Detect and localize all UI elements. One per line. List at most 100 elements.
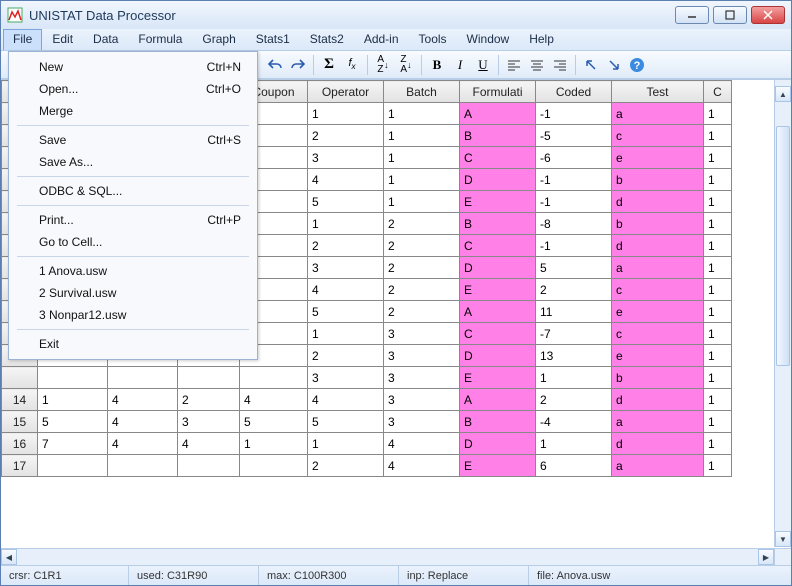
- cell[interactable]: 7: [38, 433, 108, 455]
- cell[interactable]: 4: [384, 455, 460, 477]
- cell[interactable]: 2: [308, 345, 384, 367]
- close-button[interactable]: [751, 6, 785, 24]
- cell[interactable]: 3: [178, 411, 240, 433]
- cell[interactable]: 1: [240, 433, 308, 455]
- cell[interactable]: 4: [384, 433, 460, 455]
- cell[interactable]: 5: [308, 191, 384, 213]
- row-header[interactable]: 14: [2, 389, 38, 411]
- cell[interactable]: 4: [308, 389, 384, 411]
- cell[interactable]: 2: [178, 389, 240, 411]
- row-header[interactable]: [2, 367, 38, 389]
- cell[interactable]: 4: [240, 389, 308, 411]
- menu-item-save[interactable]: SaveCtrl+S: [11, 129, 255, 151]
- cell[interactable]: 2: [536, 389, 612, 411]
- menu-item-new[interactable]: NewCtrl+N: [11, 56, 255, 78]
- menu-file[interactable]: File: [3, 29, 42, 50]
- menu-tools[interactable]: Tools: [409, 29, 457, 50]
- cell[interactable]: C: [460, 235, 536, 257]
- cell[interactable]: 1: [704, 147, 732, 169]
- cell[interactable]: [38, 455, 108, 477]
- cell[interactable]: 1: [308, 433, 384, 455]
- column-header[interactable]: Coded: [536, 81, 612, 103]
- cell[interactable]: 1: [704, 345, 732, 367]
- menu-item-save-as[interactable]: Save As...: [11, 151, 255, 173]
- menu-item-print[interactable]: Print...Ctrl+P: [11, 209, 255, 231]
- cell[interactable]: 1: [704, 125, 732, 147]
- cell[interactable]: 3: [384, 367, 460, 389]
- cell[interactable]: [178, 455, 240, 477]
- cell[interactable]: 4: [108, 411, 178, 433]
- cell[interactable]: B: [460, 213, 536, 235]
- cell[interactable]: c: [612, 125, 704, 147]
- cell[interactable]: 1: [704, 323, 732, 345]
- cell[interactable]: E: [460, 367, 536, 389]
- cell[interactable]: 2: [308, 125, 384, 147]
- cell[interactable]: e: [612, 147, 704, 169]
- cell[interactable]: 1: [308, 323, 384, 345]
- cell[interactable]: a: [612, 455, 704, 477]
- cell[interactable]: [108, 367, 178, 389]
- menu-item-exit[interactable]: Exit: [11, 333, 255, 355]
- cell[interactable]: 1: [704, 213, 732, 235]
- column-header[interactable]: Batch: [384, 81, 460, 103]
- cell[interactable]: 1: [384, 191, 460, 213]
- cell[interactable]: -5: [536, 125, 612, 147]
- undo-button[interactable]: [264, 54, 286, 76]
- cell[interactable]: 3: [308, 257, 384, 279]
- cell[interactable]: d: [612, 389, 704, 411]
- cell[interactable]: 4: [308, 279, 384, 301]
- cell[interactable]: 3: [384, 389, 460, 411]
- cell[interactable]: d: [612, 235, 704, 257]
- cell[interactable]: d: [612, 191, 704, 213]
- cell[interactable]: A: [460, 389, 536, 411]
- menu-stats2[interactable]: Stats2: [300, 29, 354, 50]
- cell[interactable]: -7: [536, 323, 612, 345]
- function-button[interactable]: fx: [341, 54, 363, 76]
- cell[interactable]: 1: [704, 257, 732, 279]
- cell[interactable]: 4: [108, 389, 178, 411]
- cell[interactable]: c: [612, 323, 704, 345]
- cell[interactable]: 1: [308, 103, 384, 125]
- cell[interactable]: 4: [108, 433, 178, 455]
- menu-item-open[interactable]: Open...Ctrl+O: [11, 78, 255, 100]
- cell[interactable]: -1: [536, 169, 612, 191]
- menu-add-in[interactable]: Add-in: [354, 29, 409, 50]
- cell[interactable]: 1: [704, 301, 732, 323]
- cell[interactable]: b: [612, 213, 704, 235]
- menu-item-merge[interactable]: Merge: [11, 100, 255, 122]
- cell[interactable]: -1: [536, 103, 612, 125]
- vertical-scroll-thumb[interactable]: [776, 126, 790, 366]
- cell[interactable]: -1: [536, 235, 612, 257]
- cell[interactable]: 1: [704, 433, 732, 455]
- cell[interactable]: 11: [536, 301, 612, 323]
- cell[interactable]: 1: [704, 411, 732, 433]
- cell[interactable]: 5: [240, 411, 308, 433]
- align-right-button[interactable]: [549, 54, 571, 76]
- cell[interactable]: 1: [704, 169, 732, 191]
- cell[interactable]: -6: [536, 147, 612, 169]
- menu-help[interactable]: Help: [519, 29, 564, 50]
- bold-button[interactable]: B: [426, 54, 448, 76]
- cell[interactable]: 1: [704, 389, 732, 411]
- cell[interactable]: 5: [308, 411, 384, 433]
- cell[interactable]: 2: [384, 235, 460, 257]
- sum-button[interactable]: Σ: [318, 54, 340, 76]
- cell[interactable]: 4: [178, 433, 240, 455]
- cell[interactable]: 2: [308, 235, 384, 257]
- cell[interactable]: 3: [384, 345, 460, 367]
- cell[interactable]: -1: [536, 191, 612, 213]
- cell[interactable]: d: [612, 433, 704, 455]
- cell[interactable]: 2: [384, 301, 460, 323]
- italic-button[interactable]: I: [449, 54, 471, 76]
- cell[interactable]: [38, 367, 108, 389]
- maximize-button[interactable]: [713, 6, 747, 24]
- sort-desc-button[interactable]: ZA↓: [395, 54, 417, 76]
- cell[interactable]: 1: [704, 455, 732, 477]
- cell[interactable]: 1: [536, 367, 612, 389]
- cell[interactable]: D: [460, 257, 536, 279]
- cell[interactable]: b: [612, 169, 704, 191]
- cell[interactable]: 3: [384, 323, 460, 345]
- scroll-down-button[interactable]: ▼: [775, 531, 791, 547]
- help-button[interactable]: ?: [626, 54, 648, 76]
- cell[interactable]: a: [612, 257, 704, 279]
